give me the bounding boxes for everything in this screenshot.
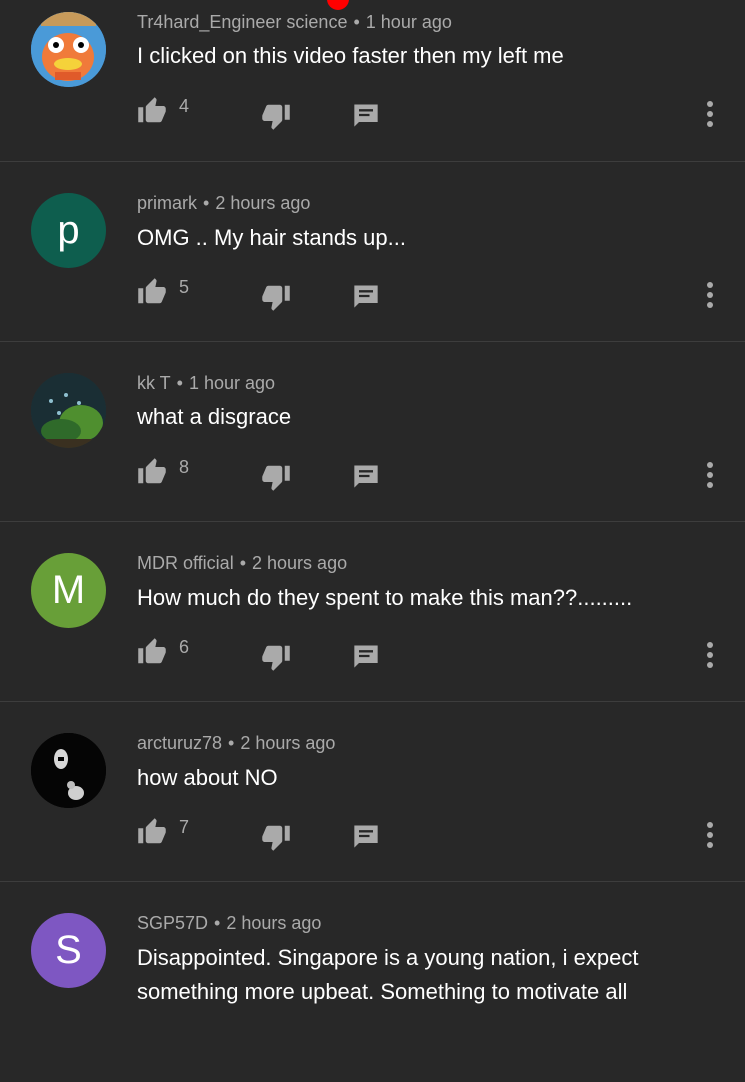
separator-dot: • (176, 373, 183, 393)
reply-button[interactable] (352, 462, 380, 490)
author-name[interactable]: kk T (137, 373, 171, 393)
thumbs-down-icon (262, 285, 290, 311)
more-options-button[interactable] (702, 96, 718, 132)
comment-text: I clicked on this video faster then my l… (137, 43, 564, 68)
author-name[interactable]: MDR official (137, 553, 234, 573)
comment-actions: 5 (137, 277, 717, 312)
comment-time: 1 hour ago (188, 373, 276, 393)
comment-actions: 7 (137, 817, 717, 852)
comment-item: arcturuz78 • 2 hours ago how about NO 7 (0, 702, 745, 882)
comment-item: Tr4hard_Engineer science • 1 hour ago I cl… (0, 0, 745, 162)
comment-text: Disappointed. Singapore is a young natio… (137, 945, 639, 1004)
thumbs-up-icon (138, 97, 166, 123)
separator-dot: • (353, 12, 360, 32)
dislike-button[interactable] (261, 642, 291, 672)
thumbs-up-icon (138, 638, 166, 664)
reply-comment-icon (354, 285, 378, 308)
avatar[interactable]: p (31, 193, 106, 268)
reply-button[interactable] (352, 642, 380, 670)
like-count: 7 (179, 817, 190, 837)
comment-meta: SGP57D • 2 hours ago (137, 913, 321, 934)
like-count: 5 (179, 277, 190, 297)
thumbs-down-icon (262, 104, 290, 130)
comment-actions: 6 (137, 637, 717, 672)
avatar-letter: M (51, 568, 86, 612)
like-button[interactable] (137, 817, 167, 847)
dark-figure-avatar-icon (31, 733, 106, 808)
dislike-button[interactable] (261, 462, 291, 492)
separator-dot: • (214, 913, 221, 933)
like-button[interactable] (137, 637, 167, 667)
author-name[interactable]: SGP57D (137, 913, 208, 933)
more-options-button[interactable] (702, 277, 718, 313)
more-vert-icon (707, 462, 713, 488)
thumbs-up-icon (138, 278, 166, 304)
author-name[interactable]: arcturuz78 (137, 733, 222, 753)
like-count: 4 (179, 96, 190, 116)
comment-text: what a disgrace (137, 404, 292, 429)
comment-meta: Tr4hard_Engineer science • 1 hour ago (137, 12, 452, 33)
avatar[interactable]: S (31, 913, 106, 988)
avatar[interactable] (31, 12, 106, 87)
like-count: 8 (179, 457, 190, 477)
comment-text: OMG .. My hair stands up... (137, 225, 406, 250)
like-button[interactable] (137, 457, 167, 487)
reply-button[interactable] (352, 282, 380, 310)
more-options-button[interactable] (702, 817, 718, 853)
comment-item: p primark • 2 hours ago OMG .. My hair sta… (0, 162, 745, 342)
avatar[interactable] (31, 373, 106, 448)
comment-item: kk T • 1 hour ago what a disgrace 8 (0, 342, 745, 522)
comment-text: how about NO (137, 765, 278, 790)
comment-item: S SGP57D • 2 hours ago Disappointed. Singa… (0, 882, 745, 1082)
more-options-button[interactable] (702, 637, 718, 673)
separator-dot: • (228, 733, 235, 753)
avatar-letter: S (55, 928, 82, 972)
thumbs-down-icon (262, 645, 290, 671)
reply-comment-icon (354, 465, 378, 488)
comment-time: 2 hours ago (252, 553, 348, 573)
thumbs-down-icon (262, 825, 290, 851)
reply-button[interactable] (352, 822, 380, 850)
separator-dot: • (239, 553, 247, 573)
comment-actions: 8 (137, 457, 717, 492)
like-count: 6 (179, 637, 190, 657)
comment-meta: MDR official • 2 hours ago (137, 553, 347, 574)
dislike-button[interactable] (261, 101, 291, 131)
thumbs-down-icon (262, 465, 290, 491)
comment-item: M MDR official • 2 hours ago How much do t… (0, 522, 745, 702)
dislike-button[interactable] (261, 822, 291, 852)
thumbs-up-icon (138, 818, 166, 844)
dislike-button[interactable] (261, 282, 291, 312)
avatar[interactable]: M (31, 553, 106, 628)
comment-text: How much do they spent to make this man?… (137, 585, 633, 610)
avatar[interactable] (31, 733, 106, 808)
aquarium-avatar-icon (31, 373, 106, 448)
reply-comment-icon (354, 825, 378, 848)
reply-comment-icon (354, 104, 378, 127)
comment-meta: kk T • 1 hour ago (137, 373, 275, 394)
avatar-letter: p (57, 208, 80, 252)
more-vert-icon (707, 282, 713, 308)
like-button[interactable] (137, 277, 167, 307)
comment-meta: primark • 2 hours ago (137, 193, 310, 214)
comment-meta: arcturuz78 • 2 hours ago (137, 733, 335, 754)
more-vert-icon (707, 642, 713, 668)
more-vert-icon (707, 822, 713, 848)
fish-character-avatar-icon (31, 12, 106, 87)
more-vert-icon (707, 101, 713, 127)
author-name[interactable]: primark (137, 193, 197, 213)
comment-time: 2 hours ago (240, 733, 336, 753)
thumbs-up-icon (138, 458, 166, 484)
comment-actions: 4 (137, 96, 717, 131)
comment-time: 2 hours ago (215, 193, 311, 213)
comment-time: 2 hours ago (226, 913, 322, 933)
author-name[interactable]: Tr4hard_Engineer science (137, 12, 347, 32)
comment-time: 1 hour ago (365, 12, 452, 32)
more-options-button[interactable] (702, 457, 718, 493)
reply-button[interactable] (352, 101, 380, 129)
like-button[interactable] (137, 96, 167, 126)
separator-dot: • (203, 193, 210, 213)
reply-comment-icon (354, 645, 378, 668)
